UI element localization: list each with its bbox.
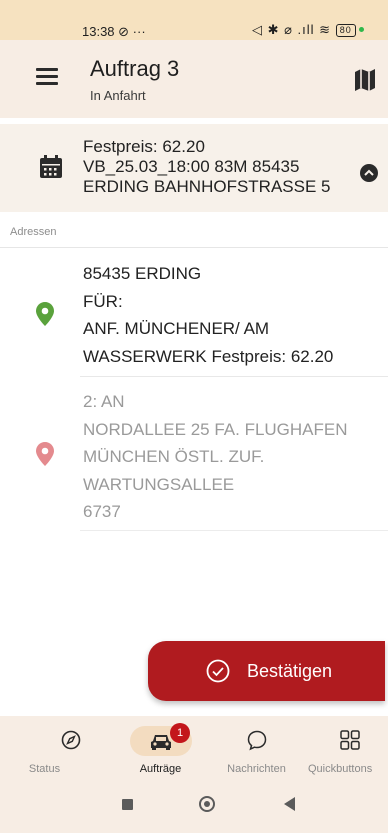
status-bar: 13:38 ⊘ ··· ◁ ✱ ⌀ .ıll ≋ 80	[0, 0, 388, 40]
page-title: Auftrag 3	[90, 56, 180, 81]
recents-button[interactable]	[122, 799, 133, 810]
bottom-nav: Status Aufträge 1 Nachrichten Quickbutto…	[0, 716, 388, 786]
divider	[0, 247, 388, 248]
location-pin-icon	[36, 302, 54, 326]
address-item-destination[interactable]: 2: AN NORDALLEE 25 FA. FLUGHAFEN MÜNCHEN…	[0, 386, 388, 526]
notification-badge: 1	[170, 723, 190, 743]
confirm-label: Bestätigen	[247, 661, 333, 681]
app-bar: Auftrag 3 In Anfahrt	[0, 40, 388, 118]
chat-icon	[247, 730, 266, 751]
nav-item-auftraege[interactable]: Aufträge	[112, 716, 209, 786]
car-icon	[150, 735, 171, 750]
map-icon[interactable]	[354, 68, 376, 92]
divider	[80, 376, 388, 377]
nav-item-status[interactable]: Status	[22, 716, 119, 786]
calendar-icon	[40, 155, 62, 178]
summary-address: ERDING BAHNHOFSTRASSE 5	[83, 177, 331, 196]
back-button[interactable]	[284, 797, 295, 811]
status-time: 13:38 ⊘ ···	[82, 24, 146, 39]
system-nav-bar	[0, 786, 388, 833]
grid-icon	[340, 730, 360, 750]
address-item-pickup[interactable]: 85435 ERDING FÜR: ANF. MÜNCHENER/ AM WAS…	[0, 258, 388, 376]
home-button[interactable]	[199, 796, 215, 812]
confirm-button[interactable]: Bestätigen	[148, 641, 385, 701]
compass-icon	[61, 730, 80, 750]
address-text: 2: AN NORDALLEE 25 FA. FLUGHAFEN MÜNCHEN…	[83, 392, 348, 521]
order-summary[interactable]: Festpreis: 62.20 VB_25.03_18:00 83M 8543…	[0, 124, 388, 212]
nav-label: Nachrichten	[227, 763, 286, 775]
location-pin-icon	[36, 442, 54, 466]
address-text: 85435 ERDING FÜR: ANF. MÜNCHENER/ AM WAS…	[83, 264, 334, 366]
nav-item-nachrichten[interactable]: Nachrichten	[208, 716, 305, 786]
nav-item-quickbuttons[interactable]: Quickbuttons	[304, 716, 388, 786]
summary-text: Festpreis: 62.20 VB_25.03_18:00 83M 8543…	[83, 137, 331, 197]
check-circle-icon	[206, 659, 230, 683]
status-icons: ◁ ✱ ⌀ .ıll ≋ 80	[252, 22, 364, 38]
nav-label: Aufträge	[139, 763, 182, 775]
summary-price: Festpreis: 62.20	[83, 137, 205, 156]
menu-icon[interactable]	[36, 68, 58, 86]
divider	[80, 530, 388, 531]
battery-icon: 80	[335, 24, 356, 37]
nav-label: Status	[28, 763, 61, 775]
addresses-label: Adressen	[10, 226, 57, 238]
summary-booking: VB_25.03_18:00 83M 85435	[83, 157, 300, 176]
page-subtitle: In Anfahrt	[90, 88, 146, 103]
nav-label: Quickbuttons	[308, 763, 373, 775]
chevron-up-icon[interactable]	[360, 164, 378, 182]
